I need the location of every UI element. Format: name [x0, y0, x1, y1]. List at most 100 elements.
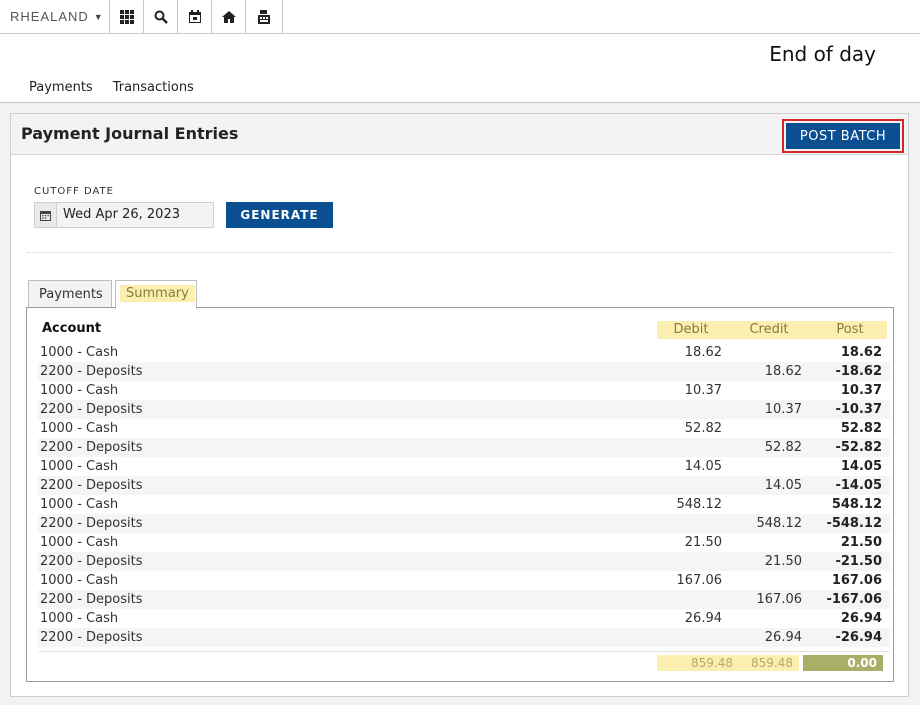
row-debit: 14.05	[684, 459, 722, 474]
row-post: -548.12	[826, 516, 882, 531]
row-account: 1000 - Cash	[40, 573, 119, 588]
row-post: 26.94	[840, 611, 882, 626]
header-account: Account	[42, 321, 102, 336]
search-button[interactable]	[144, 0, 178, 33]
table-row: 1000 - Cash 548.12 548.12	[38, 495, 890, 514]
row-account: 1000 - Cash	[40, 421, 119, 436]
row-credit: 14.05	[764, 478, 802, 493]
apps-grid-icon	[119, 9, 134, 24]
brand-label: RHEALAND	[10, 9, 89, 24]
page-title: End of day	[769, 42, 876, 66]
table-row: 1000 - Cash 14.05 14.05	[38, 457, 890, 476]
subtab-summary-label: Summary	[120, 285, 195, 302]
table-row: 1000 - Cash 10.37 10.37	[38, 381, 890, 400]
row-credit: 52.82	[764, 440, 802, 455]
table-row: 1000 - Cash 167.06 167.06	[38, 571, 890, 590]
generate-button[interactable]: GENERATE	[226, 202, 333, 228]
row-post: 10.37	[840, 383, 882, 398]
cutoff-date-value: Wed Apr 26, 2023	[63, 207, 180, 222]
table-body: 1000 - Cash 18.62 18.62 2200 - Deposits 18.6…	[38, 343, 890, 647]
row-post: 14.05	[840, 459, 882, 474]
row-debit: 21.50	[684, 535, 722, 550]
row-account: 2200 - Deposits	[40, 630, 143, 645]
post-batch-highlight: POST BATCH	[782, 119, 904, 153]
row-post: 18.62	[840, 345, 882, 360]
row-account: 1000 - Cash	[40, 459, 119, 474]
row-debit: 26.94	[684, 611, 722, 626]
brand-dropdown[interactable]: RHEALAND ▼	[0, 0, 110, 33]
summary-table: Account Debit Credit Post 1000 - Cash 18.…	[26, 307, 894, 682]
row-account: 2200 - Deposits	[40, 592, 143, 607]
subtab-payments[interactable]: Payments	[28, 280, 112, 308]
row-post: -167.06	[826, 592, 882, 607]
cutoff-date-field[interactable]: Wed Apr 26, 2023	[34, 202, 214, 228]
panel-title: Payment Journal Entries	[21, 124, 239, 143]
row-debit: 548.12	[676, 497, 723, 512]
row-post: -14.05	[835, 478, 882, 493]
post-batch-button[interactable]: POST BATCH	[786, 123, 900, 149]
calendar-icon[interactable]	[35, 203, 57, 227]
row-account: 1000 - Cash	[40, 497, 119, 512]
row-debit: 167.06	[676, 573, 723, 588]
row-post: 167.06	[831, 573, 882, 588]
calendar-icon	[188, 9, 201, 23]
table-row: 2200 - Deposits 167.06 -167.06	[38, 590, 890, 609]
total-post: 0.00	[803, 655, 883, 671]
top-toolbar: RHEALAND ▼	[0, 0, 920, 34]
table-row: 1000 - Cash 18.62 18.62	[38, 343, 890, 362]
table-row: 2200 - Deposits 21.50 -21.50	[38, 552, 890, 571]
row-account: 2200 - Deposits	[40, 440, 143, 455]
row-post: -21.50	[835, 554, 882, 569]
row-debit: 18.62	[684, 345, 722, 360]
totals-divider	[38, 651, 890, 652]
row-post: 52.82	[840, 421, 882, 436]
row-account: 1000 - Cash	[40, 345, 119, 360]
row-post: -52.82	[835, 440, 882, 455]
row-post: -26.94	[835, 630, 882, 645]
table-row: 1000 - Cash 21.50 21.50	[38, 533, 890, 552]
row-account: 1000 - Cash	[40, 535, 119, 550]
search-icon	[154, 10, 168, 24]
calendar-button[interactable]	[178, 0, 212, 33]
row-credit: 548.12	[756, 516, 803, 531]
row-debit: 10.37	[684, 383, 722, 398]
table-row: 2200 - Deposits 14.05 -14.05	[38, 476, 890, 495]
row-account: 2200 - Deposits	[40, 554, 143, 569]
row-account: 1000 - Cash	[40, 611, 119, 626]
chevron-down-icon: ▼	[93, 11, 104, 22]
row-post: -10.37	[835, 402, 882, 417]
row-account: 2200 - Deposits	[40, 364, 143, 379]
home-button[interactable]	[212, 0, 246, 33]
table-row: 2200 - Deposits 18.62 -18.62	[38, 362, 890, 381]
row-debit: 52.82	[684, 421, 722, 436]
home-icon	[221, 10, 236, 23]
row-account: 1000 - Cash	[40, 383, 119, 398]
row-credit: 167.06	[756, 592, 803, 607]
header-credit: Credit	[725, 321, 813, 339]
row-credit: 26.94	[764, 630, 802, 645]
header-post: Post	[813, 321, 887, 339]
cutoff-date-label: CUTOFF DATE	[34, 186, 114, 197]
row-account: 2200 - Deposits	[40, 478, 143, 493]
section-divider	[27, 252, 893, 253]
table-row: 2200 - Deposits 548.12 -548.12	[38, 514, 890, 533]
row-post: -18.62	[835, 364, 882, 379]
register-button[interactable]	[246, 0, 283, 33]
apps-grid-button[interactable]	[110, 0, 144, 33]
row-account: 2200 - Deposits	[40, 402, 143, 417]
subtab-summary[interactable]: Summary	[115, 280, 197, 309]
row-credit: 10.37	[764, 402, 802, 417]
payment-journal-panel: Payment Journal Entries POST BATCH CUTOF…	[10, 113, 909, 697]
total-credit: 859.48	[739, 655, 799, 671]
table-row: 2200 - Deposits 52.82 -52.82	[38, 438, 890, 457]
total-debit: 859.48	[657, 655, 739, 671]
table-row: 1000 - Cash 26.94 26.94	[38, 609, 890, 628]
header-debit: Debit	[657, 321, 725, 339]
row-credit: 21.50	[764, 554, 802, 569]
row-post: 548.12	[831, 497, 882, 512]
row-credit: 18.62	[764, 364, 802, 379]
register-icon	[258, 9, 270, 24]
table-row: 1000 - Cash 52.82 52.82	[38, 419, 890, 438]
table-row: 2200 - Deposits 10.37 -10.37	[38, 400, 890, 419]
row-post: 21.50	[840, 535, 882, 550]
